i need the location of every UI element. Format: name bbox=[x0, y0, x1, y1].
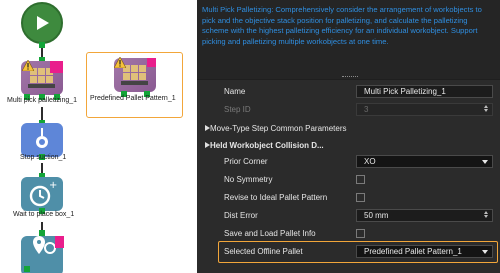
no-symmetry-checkbox[interactable] bbox=[356, 175, 365, 184]
output-port[interactable] bbox=[39, 42, 45, 48]
warning-icon bbox=[22, 60, 34, 71]
description-area: Multi Pick Palletizing: Comprehensively … bbox=[197, 0, 500, 80]
step-description: Multi Pick Palletizing: Comprehensively … bbox=[202, 5, 482, 46]
stop-suction-node[interactable] bbox=[21, 123, 63, 157]
step-id-label: Step ID bbox=[224, 105, 251, 114]
splitter-handle[interactable] bbox=[342, 76, 358, 78]
revise-label: Revise to Ideal Pallet Pattern bbox=[224, 193, 328, 202]
node-label: Predefined Pallet Pattern_1 bbox=[90, 95, 176, 102]
properties-panel: Multi Pick Palletizing: Comprehensively … bbox=[197, 0, 500, 273]
name-label: Name bbox=[224, 87, 246, 96]
prior-corner-label: Prior Corner bbox=[224, 157, 268, 166]
prior-corner-select[interactable]: XO bbox=[356, 155, 493, 168]
move-type-section[interactable]: Move-Type Step Common Parameters bbox=[197, 120, 500, 137]
no-symmetry-row: No Symmetry bbox=[197, 171, 500, 188]
dist-error-spinner[interactable] bbox=[483, 211, 489, 220]
step-id-field: 3 bbox=[356, 103, 493, 116]
start-icon[interactable] bbox=[21, 2, 63, 44]
wait-to-place-box-node[interactable]: + bbox=[21, 177, 63, 211]
held-workobject-section-label: Held Workobject Collision D... bbox=[210, 141, 324, 150]
save-load-checkbox[interactable] bbox=[356, 229, 365, 238]
no-symmetry-label: No Symmetry bbox=[224, 175, 273, 184]
highlight-frame bbox=[218, 241, 498, 263]
prior-corner-value: XO bbox=[364, 157, 376, 166]
flow-canvas[interactable]: Multi pick palletizing_1 Predefined Pall… bbox=[0, 0, 197, 273]
dist-error-value: 50 mm bbox=[364, 211, 389, 220]
chevron-down-icon[interactable] bbox=[482, 160, 488, 164]
save-load-row: Save and Load Pallet Info bbox=[197, 225, 500, 242]
step-id-spinner bbox=[483, 105, 489, 114]
save-load-label: Save and Load Pallet Info bbox=[224, 229, 316, 238]
revise-row: Revise to Ideal Pallet Pattern bbox=[197, 189, 500, 206]
node-label: Stop suction_1 bbox=[20, 154, 67, 161]
revise-checkbox[interactable] bbox=[356, 193, 365, 202]
timer-icon: + bbox=[29, 180, 57, 207]
dist-error-label: Dist Error bbox=[224, 211, 258, 220]
pink-flag-icon bbox=[55, 236, 64, 248]
pink-flag-icon bbox=[50, 61, 63, 73]
name-field[interactable]: Multi Pick Palletizing_1 bbox=[356, 85, 493, 98]
node-label: Multi pick palletizing_1 bbox=[7, 97, 78, 104]
dist-error-field[interactable]: 50 mm bbox=[356, 209, 493, 222]
warning-icon bbox=[114, 57, 126, 68]
suction-cup-icon bbox=[36, 128, 48, 148]
output-port[interactable] bbox=[24, 266, 30, 272]
svg-text:+: + bbox=[49, 180, 57, 191]
node-label: Wait to place box_1 bbox=[13, 211, 75, 218]
move-type-section-label: Move-Type Step Common Parameters bbox=[210, 124, 347, 133]
held-workobject-section[interactable]: Held Workobject Collision D... bbox=[197, 137, 500, 154]
step-id-value: 3 bbox=[364, 105, 369, 114]
pink-flag-icon bbox=[147, 58, 156, 67]
